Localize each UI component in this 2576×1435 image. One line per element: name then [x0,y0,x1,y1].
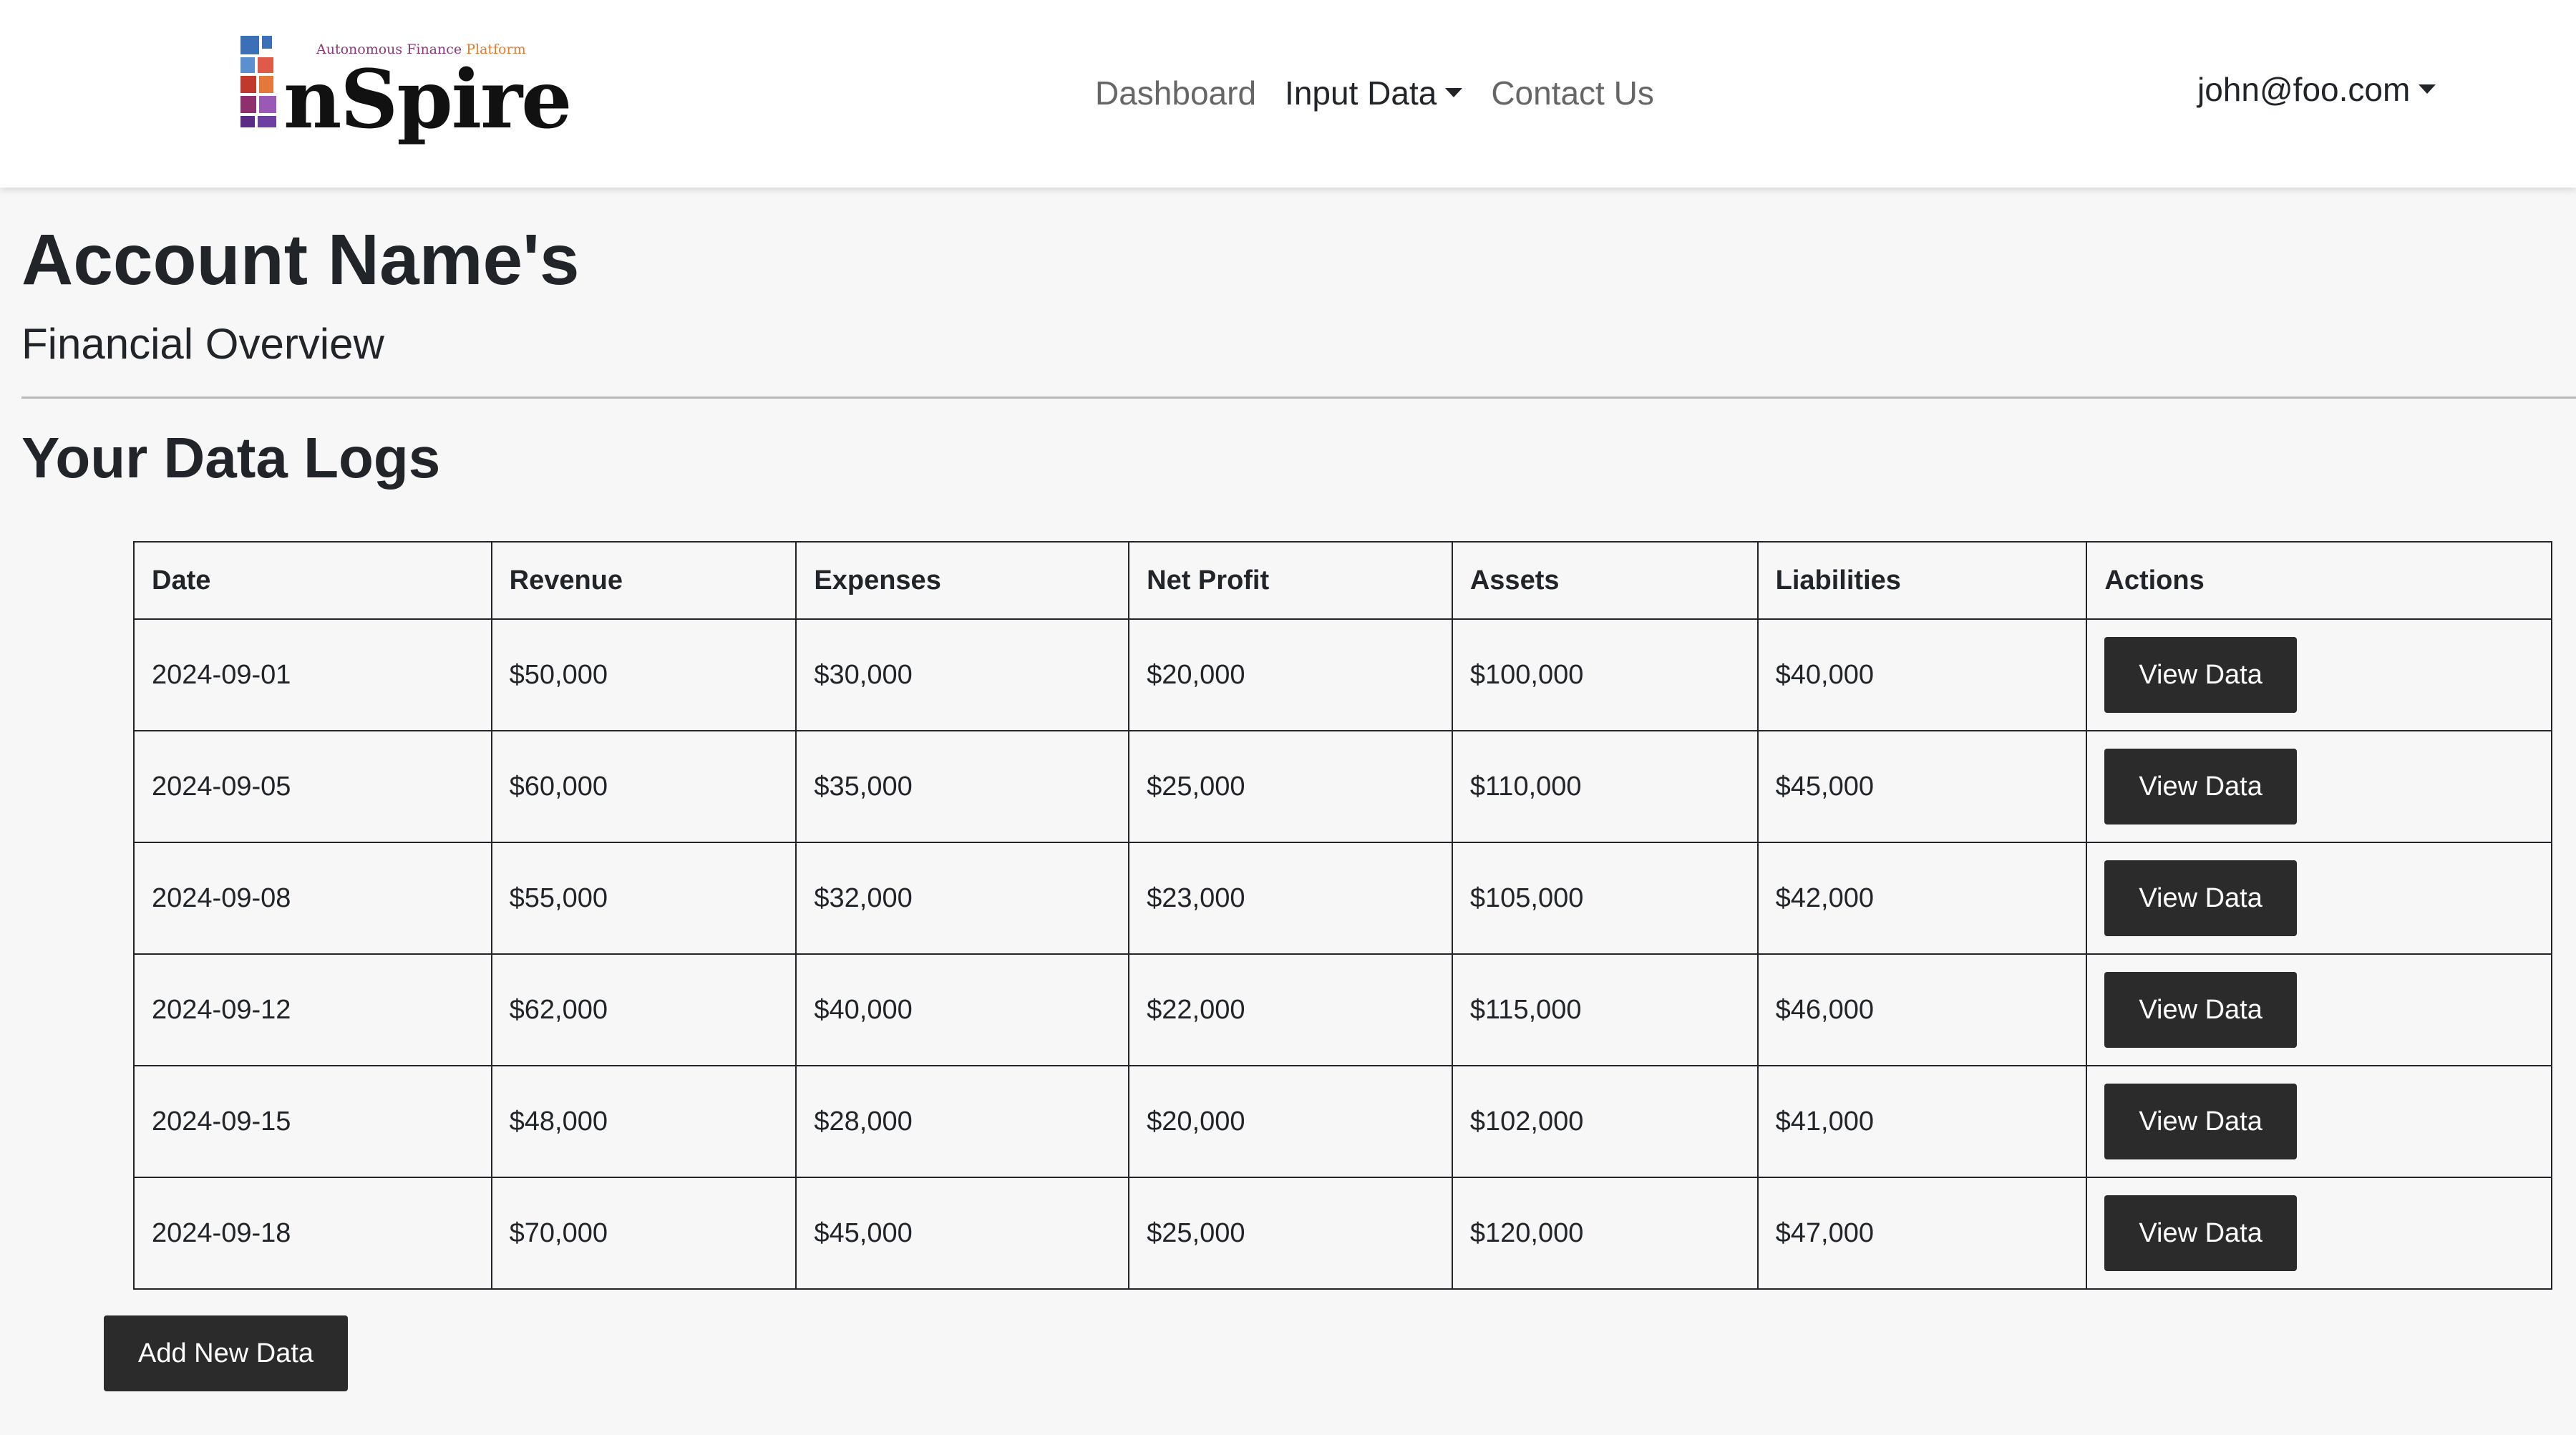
data-logs-table: Date Revenue Expenses Net Profit Assets … [133,541,2552,1290]
column-header-expenses: Expenses [795,541,1130,620]
cell-assets: $115,000 [1451,953,1759,1066]
main-nav: Dashboard Input Data Contact Us [1095,70,1654,116]
cell-assets: $105,000 [1451,842,1759,955]
cell-assets: $110,000 [1451,730,1759,843]
view-data-button[interactable]: View Data [2104,972,2297,1048]
cell-net-profit: $25,000 [1128,730,1453,843]
column-header-date: Date [133,541,492,620]
view-data-button[interactable]: View Data [2104,860,2297,936]
view-data-button[interactable]: View Data [2104,1195,2297,1271]
cell-expenses: $32,000 [795,842,1130,955]
cell-revenue: $62,000 [490,953,797,1066]
cell-revenue: $60,000 [490,730,797,843]
chevron-down-icon [1445,88,1463,98]
nspire-logo[interactable]: Autonomous Finance Platform nSpire [236,31,572,159]
cell-expenses: $35,000 [795,730,1130,843]
nav-input-data-dropdown[interactable]: Input Data [1285,74,1463,112]
cell-revenue: $50,000 [490,618,797,731]
table-row: 2024-09-12 $62,000 $40,000 $22,000 $115,… [133,953,2552,1066]
view-data-button[interactable]: View Data [2104,637,2297,713]
table-row: 2024-09-08 $55,000 $32,000 $23,000 $105,… [133,842,2552,955]
cell-assets: $120,000 [1451,1177,1759,1290]
page-title: Account Name's [21,220,580,300]
cell-expenses: $40,000 [795,953,1130,1066]
cell-liabilities: $45,000 [1756,730,2088,843]
cell-date: 2024-09-05 [133,730,492,843]
cell-net-profit: $22,000 [1128,953,1453,1066]
cell-net-profit: $25,000 [1128,1177,1453,1290]
table-row: 2024-09-15 $48,000 $28,000 $20,000 $102,… [133,1065,2552,1178]
table-header-row: Date Revenue Expenses Net Profit Assets … [133,541,2552,620]
cell-date: 2024-09-15 [133,1065,492,1178]
cell-liabilities: $41,000 [1756,1065,2088,1178]
cell-actions: View Data [2086,618,2552,731]
table-row: 2024-09-05 $60,000 $35,000 $25,000 $110,… [133,730,2552,843]
column-header-assets: Assets [1451,541,1759,620]
cell-actions: View Data [2086,1065,2552,1178]
cell-actions: View Data [2086,1177,2552,1290]
cell-liabilities: $42,000 [1756,842,2088,955]
logo-mark-icon [240,36,276,127]
nav-input-data-label: Input Data [1285,74,1437,112]
cell-date: 2024-09-18 [133,1177,492,1290]
cell-net-profit: $20,000 [1128,1065,1453,1178]
column-header-revenue: Revenue [490,541,797,620]
cell-actions: View Data [2086,953,2552,1066]
cell-revenue: $55,000 [490,842,797,955]
cell-actions: View Data [2086,842,2552,955]
add-new-data-button[interactable]: Add New Data [104,1315,349,1391]
column-header-net-profit: Net Profit [1128,541,1453,620]
column-header-actions: Actions [2086,541,2552,620]
page-subtitle: Financial Overview [21,320,384,368]
user-email: john@foo.com [2197,71,2411,108]
cell-expenses: $30,000 [795,618,1130,731]
top-navbar: Autonomous Finance Platform nSpire Dashb… [0,0,2576,188]
nav-contact-us[interactable]: Contact Us [1491,74,1654,112]
table-row: 2024-09-18 $70,000 $45,000 $25,000 $120,… [133,1177,2552,1290]
chevron-down-icon [2419,84,2436,94]
cell-liabilities: $46,000 [1756,953,2088,1066]
cell-date: 2024-09-12 [133,953,492,1066]
view-data-button[interactable]: View Data [2104,1084,2297,1159]
cell-actions: View Data [2086,730,2552,843]
table-row: 2024-09-01 $50,000 $30,000 $20,000 $100,… [133,618,2552,731]
cell-date: 2024-09-08 [133,842,492,955]
cell-net-profit: $23,000 [1128,842,1453,955]
user-menu-dropdown[interactable]: john@foo.com [2197,70,2436,109]
cell-assets: $102,000 [1451,1065,1759,1178]
nav-dashboard[interactable]: Dashboard [1095,74,1256,112]
cell-expenses: $28,000 [795,1065,1130,1178]
cell-expenses: $45,000 [795,1177,1130,1290]
divider [21,397,2576,399]
view-data-button[interactable]: View Data [2104,749,2297,824]
column-header-liabilities: Liabilities [1756,541,2088,620]
cell-date: 2024-09-01 [133,618,492,731]
cell-assets: $100,000 [1451,618,1759,731]
cell-net-profit: $20,000 [1128,618,1453,731]
logo-wordmark: nSpire [283,53,572,147]
cell-revenue: $70,000 [490,1177,797,1290]
cell-revenue: $48,000 [490,1065,797,1178]
section-title: Your Data Logs [21,426,441,490]
cell-liabilities: $47,000 [1756,1177,2088,1290]
cell-liabilities: $40,000 [1756,618,2088,731]
